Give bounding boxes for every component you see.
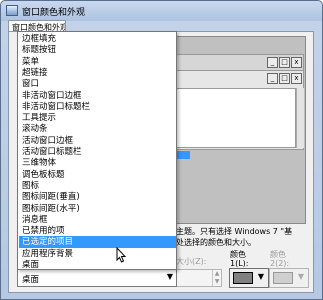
dropdown-item[interactable]: 滚动条 <box>19 123 176 135</box>
color2-swatch <box>273 272 293 284</box>
size-label: 大小(Z): <box>176 257 207 266</box>
close-icon: x <box>291 57 302 68</box>
color1-sublabel: 1(L): <box>230 259 249 268</box>
dropdown-item[interactable]: 活动窗口标题栏 <box>19 146 176 158</box>
title-bar: 窗口颜色和外观 <box>1 1 322 21</box>
color2-sublabel: 2(2): <box>270 259 290 268</box>
chevron-down-icon: ▼ <box>257 272 264 281</box>
close-icon: x <box>291 73 302 84</box>
dropdown-item[interactable]: 非活动窗口标题栏 <box>19 101 176 113</box>
maximize-icon: □ <box>279 57 290 68</box>
description-line-1: 主题。只有选择 Windows 7 "基 <box>176 227 293 236</box>
dropdown-item[interactable]: 非活动窗口边框 <box>19 90 176 102</box>
minimize-icon: _ <box>267 73 278 84</box>
minimize-icon: _ <box>267 57 278 68</box>
chevron-down-icon[interactable]: ▼ <box>167 272 173 281</box>
dropdown-item[interactable]: 图标间距(水平) <box>19 203 176 215</box>
dropdown-item[interactable]: 应用程序背景 <box>19 248 176 260</box>
preview-window-content <box>176 88 296 148</box>
description-line-2: 处选择的颜色和大小。 <box>176 238 256 247</box>
chevron-down-icon: ▼ <box>297 272 304 281</box>
window-title: 窗口颜色和外观 <box>22 8 86 18</box>
item-combo[interactable]: 桌面 ▼ <box>17 269 177 287</box>
dropdown-item[interactable]: 窗口 <box>19 78 176 90</box>
dropdown-item-selected[interactable]: 已选定的项目 <box>19 236 176 249</box>
preview-active-window-buttons: _ □ x <box>267 73 302 84</box>
dropdown-item[interactable]: 已禁用的项 <box>19 225 176 237</box>
spinner-arrows-icon: ▲ ▼ <box>212 270 221 286</box>
item-combo-value: 桌面 <box>22 275 40 285</box>
size-spinner[interactable]: ▲ ▼ <box>176 269 222 287</box>
mouse-cursor-icon <box>116 247 127 263</box>
dropdown-item[interactable]: 调色板标题 <box>19 169 176 181</box>
window-icon <box>6 5 18 16</box>
dropdown-item[interactable]: 图标 <box>19 180 176 192</box>
color1-button[interactable]: ▼ <box>229 268 269 288</box>
dropdown-item[interactable]: 边框填充 <box>19 33 176 45</box>
dropdown-item[interactable]: 三维物体 <box>19 157 176 169</box>
color2-button[interactable]: ▼ <box>269 268 309 288</box>
preview-window-buttons: _ □ x <box>267 57 302 68</box>
preview-scrollbar <box>296 88 304 148</box>
dropdown-item[interactable]: 图标间距(垂直) <box>19 191 176 203</box>
dropdown-item[interactable]: 消息框 <box>19 214 176 226</box>
dropdown-item[interactable]: 工具提示 <box>19 112 176 124</box>
dropdown-item[interactable]: 桌面 <box>19 259 176 271</box>
color1-swatch <box>233 272 253 284</box>
preview-selected-item <box>176 151 190 159</box>
dropdown-item[interactable]: 活动窗口边框 <box>19 135 176 147</box>
dropdown-item[interactable]: 标题按钮 <box>19 44 176 56</box>
dropdown-item[interactable]: 菜单 <box>19 56 176 68</box>
maximize-icon: □ <box>279 73 290 84</box>
description-text: 主题。只有选择 Windows 7 "基 处选择的颜色和大小。 <box>176 226 306 248</box>
item-dropdown-list: 边框填充 标题按钮 菜单 超链接 窗口 非活动窗口边框 非活动窗口标题栏 工具提示 滚动条 活动窗… <box>17 31 177 270</box>
dropdown-item[interactable]: 超链接 <box>19 67 176 79</box>
